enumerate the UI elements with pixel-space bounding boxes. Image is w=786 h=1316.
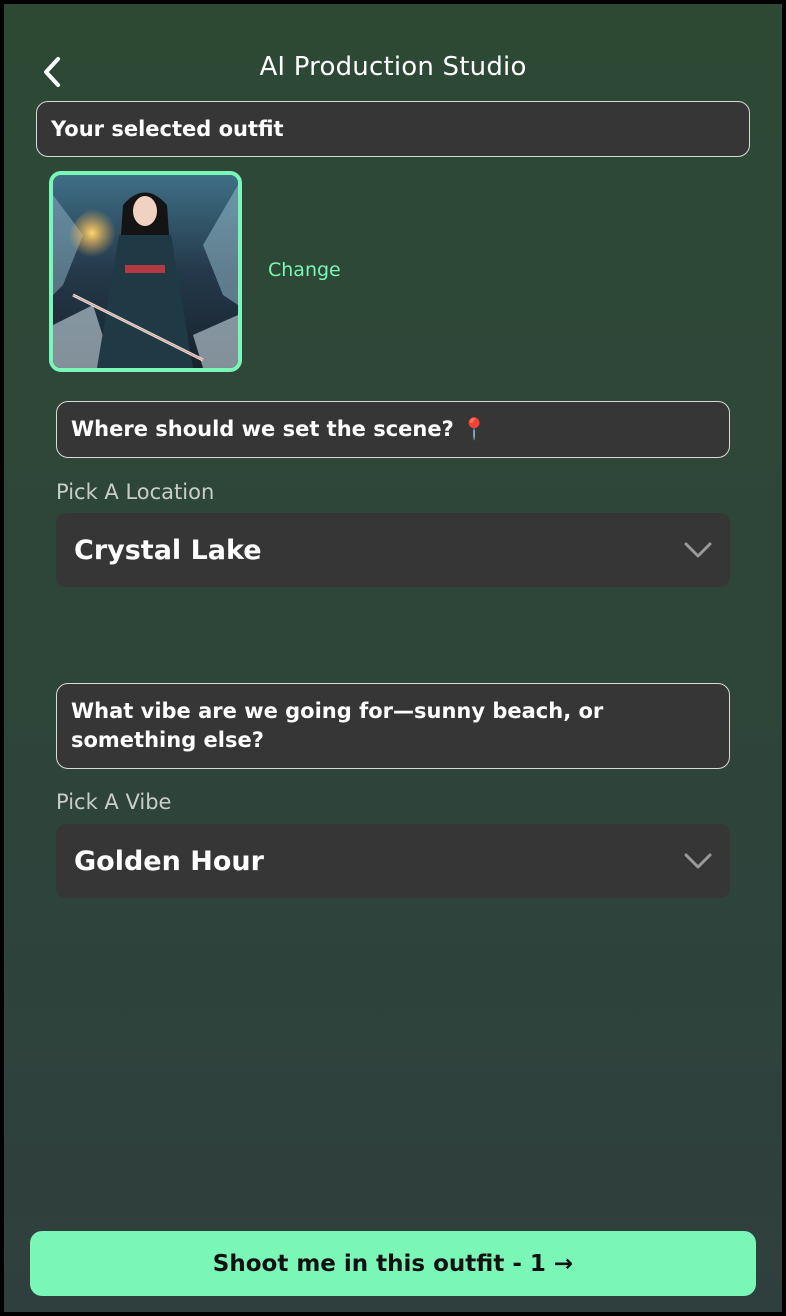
shoot-outfit-button[interactable]: Shoot me in this outfit - 1 → <box>30 1231 756 1296</box>
vibe-prompt: What vibe are we going for—sunny beach, … <box>56 683 730 769</box>
chevron-down-icon <box>684 542 712 558</box>
vibe-label: Pick A Vibe <box>56 790 172 814</box>
page-title: AI Production Studio <box>259 52 527 82</box>
change-outfit-link[interactable]: Change <box>268 259 341 281</box>
location-select[interactable]: Crystal Lake <box>56 513 730 587</box>
selected-outfit-heading: Your selected outfit <box>36 101 750 157</box>
vibe-select[interactable]: Golden Hour <box>56 824 730 898</box>
vibe-selected-value: Golden Hour <box>74 845 264 877</box>
location-label: Pick A Location <box>56 480 215 504</box>
chevron-down-icon <box>684 853 712 869</box>
scene-prompt: Where should we set the scene? 📍 <box>56 401 730 458</box>
outfit-image <box>53 175 238 368</box>
location-selected-value: Crystal Lake <box>74 534 262 566</box>
outfit-thumbnail[interactable] <box>49 171 242 372</box>
app-screen: AI Production Studio Your selected outfi… <box>4 4 782 1312</box>
